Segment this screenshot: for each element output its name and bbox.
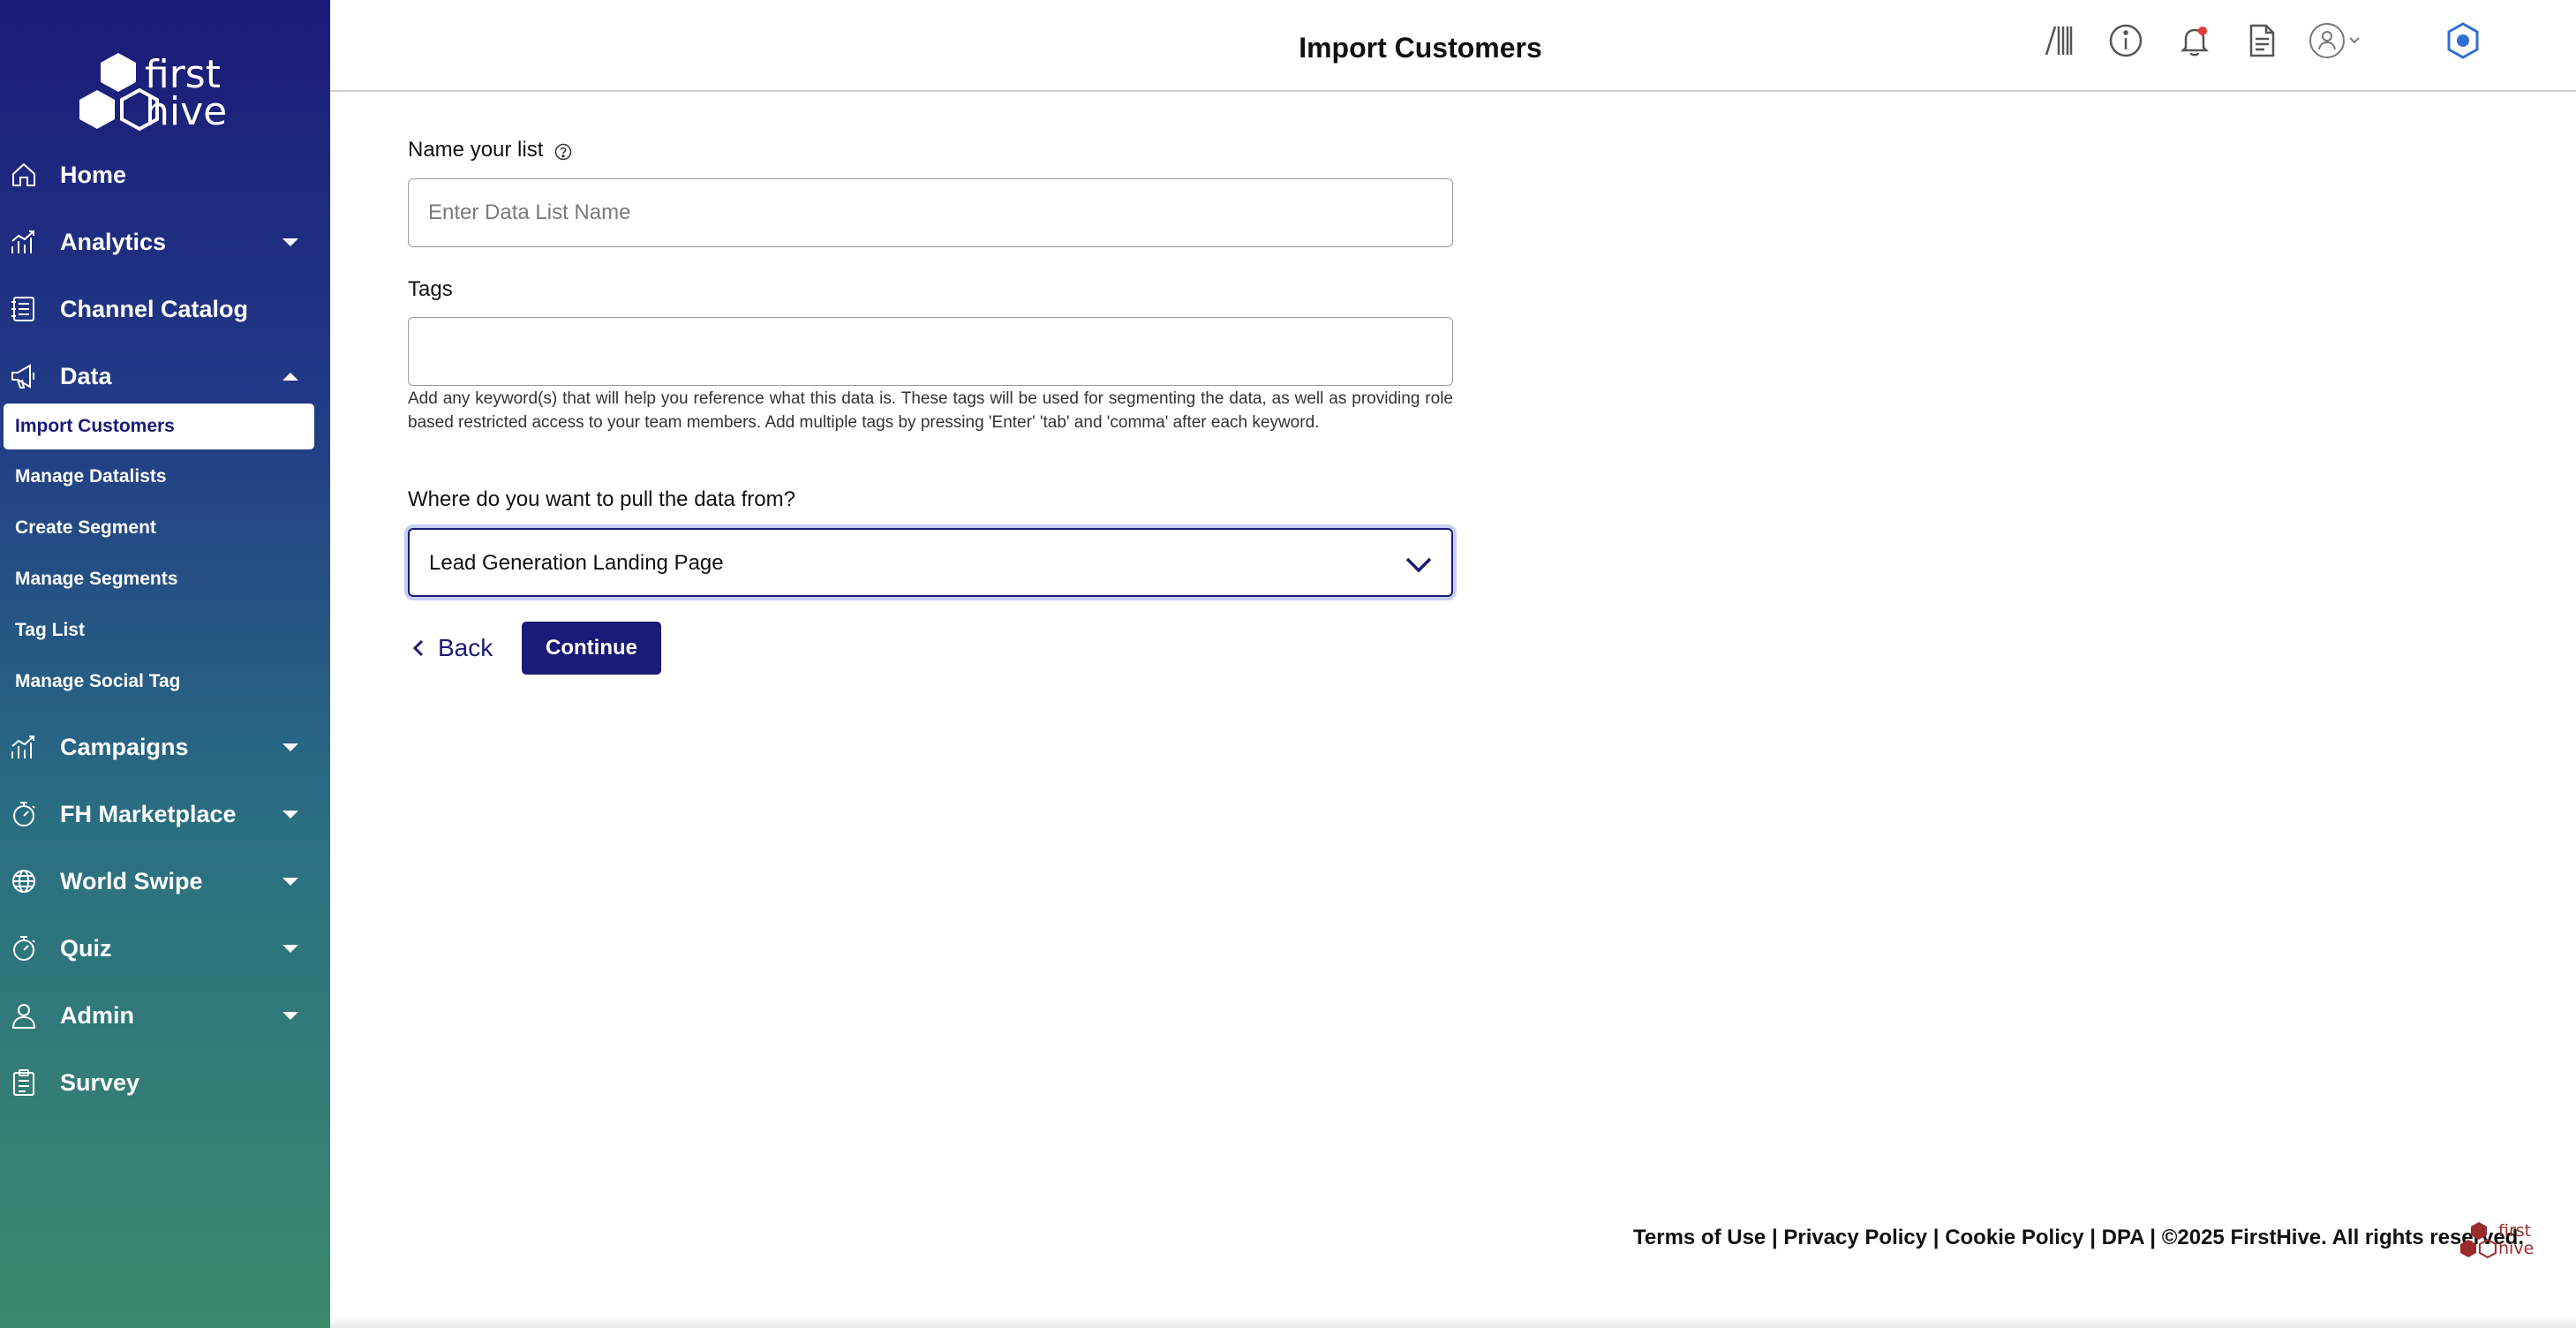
footer-firsthive-logo: first hive xyxy=(2456,1217,2544,1264)
sidebar-item-label: Home xyxy=(60,161,127,188)
caret-up-icon xyxy=(282,372,298,381)
hexagon-settings-icon[interactable] xyxy=(2444,21,2482,60)
footer-logo-word-first: first xyxy=(2498,1221,2531,1241)
sidebar-item-fh-marketplace[interactable]: FH Marketplace xyxy=(0,788,330,841)
footer-separator: | xyxy=(1766,1226,1784,1249)
logo-word-hive: hive xyxy=(145,89,228,134)
sidebar-item-data[interactable]: Data xyxy=(0,350,330,403)
sidebar-item-label: Data xyxy=(60,362,112,389)
sidebar-item-campaigns[interactable]: Campaigns xyxy=(0,721,330,773)
logo-text: first hive xyxy=(145,52,228,134)
megaphone-icon xyxy=(9,361,39,391)
campaigns-icon xyxy=(9,732,39,762)
dpa-link[interactable]: DPA xyxy=(2102,1226,2144,1249)
page-title: Import Customers xyxy=(1299,32,1542,64)
sidebar-subitem-manage-segments[interactable]: Manage Segments xyxy=(4,556,314,602)
footer: Terms of Use | Privacy Policy | Cookie P… xyxy=(1633,1226,2524,1250)
sidebar: first hive Home Analytics Channel Catalo… xyxy=(0,0,330,1328)
privacy-policy-link[interactable]: Privacy Policy xyxy=(1783,1226,1927,1249)
sidebar-item-label: Survey xyxy=(60,1068,140,1096)
sidebar-subitem-create-segment[interactable]: Create Segment xyxy=(4,505,314,551)
catalog-icon xyxy=(9,294,39,324)
footer-separator: | xyxy=(2143,1226,2162,1249)
sidebar-item-survey[interactable]: Survey xyxy=(0,1056,330,1109)
data-source-label: Where do you want to pull the data from? xyxy=(408,487,795,511)
footer-logo-word-hive: hive xyxy=(2498,1239,2534,1258)
terms-of-use-link[interactable]: Terms of Use xyxy=(1633,1226,1766,1249)
sidebar-item-home[interactable]: Home xyxy=(0,148,330,201)
sidebar-subitem-import-customers[interactable]: Import Customers xyxy=(4,404,314,449)
sidebar-item-label: FH Marketplace xyxy=(60,800,237,827)
sidebar-subitem-manage-social-tag[interactable]: Manage Social Tag xyxy=(4,659,314,705)
sidebar-item-label: Quiz xyxy=(60,934,112,962)
sidebar-item-label: Channel Catalog xyxy=(60,295,249,322)
sidebar-item-world-swipe[interactable]: World Swipe xyxy=(0,855,330,908)
help-circle-icon[interactable] xyxy=(554,142,572,160)
sidebar-item-label: Campaigns xyxy=(60,733,189,760)
hexagon-logo-icon: first hive xyxy=(2460,1221,2534,1259)
back-button-label: Back xyxy=(438,634,493,661)
user-avatar-icon[interactable] xyxy=(2308,21,2366,60)
sidebar-item-admin[interactable]: Admin xyxy=(0,989,330,1042)
footer-separator: | xyxy=(2083,1226,2102,1249)
clipboard-icon xyxy=(9,1068,39,1098)
document-icon[interactable] xyxy=(2242,21,2281,60)
tags-input[interactable] xyxy=(408,317,1453,386)
sidebar-item-quiz[interactable]: Quiz xyxy=(0,922,330,975)
sidebar-item-label: World Swipe xyxy=(60,867,203,894)
analytics-icon xyxy=(9,227,39,257)
caret-down-icon xyxy=(282,743,298,751)
continue-button[interactable]: Continue xyxy=(522,622,661,675)
globe-icon xyxy=(9,866,39,896)
cookie-policy-link[interactable]: Cookie Policy xyxy=(1945,1226,2083,1249)
user-icon xyxy=(9,1000,39,1030)
sidebar-item-label: Analytics xyxy=(60,228,167,255)
footer-separator: | xyxy=(1927,1226,1946,1249)
sidebar-item-analytics[interactable]: Analytics xyxy=(0,215,330,268)
sidebar-item-channel-catalog[interactable]: Channel Catalog xyxy=(0,283,330,336)
name-list-label: Name your list xyxy=(408,138,572,162)
logo-word-first: first xyxy=(145,52,221,97)
caret-down-icon xyxy=(282,944,298,953)
tags-hint: Add any keyword(s) that will help you re… xyxy=(408,389,1453,432)
top-header: Import Customers xyxy=(330,0,2576,92)
tags-label: Tags xyxy=(408,277,453,301)
name-list-label-text: Name your list xyxy=(408,138,544,162)
chevron-down-icon xyxy=(1404,549,1434,579)
chevron-left-icon xyxy=(412,639,424,657)
stopwatch-icon xyxy=(9,799,39,829)
chevron-down-icon xyxy=(2349,37,2360,44)
sidebar-subitem-tag-list[interactable]: Tag List xyxy=(4,607,314,653)
data-source-selected-value: Lead Generation Landing Page xyxy=(429,551,724,575)
caret-down-icon xyxy=(282,238,298,246)
bottom-scroll-edge xyxy=(330,1316,2576,1328)
info-icon[interactable] xyxy=(2106,21,2145,60)
barcode-icon[interactable] xyxy=(2039,21,2078,60)
data-source-select[interactable]: Lead Generation Landing Page xyxy=(408,528,1453,597)
caret-down-icon xyxy=(282,877,298,886)
bell-icon[interactable] xyxy=(2175,21,2214,60)
home-icon xyxy=(9,160,39,190)
data-list-name-input[interactable] xyxy=(408,178,1453,247)
caret-down-icon xyxy=(282,810,298,819)
sidebar-item-label: Admin xyxy=(60,1001,134,1029)
back-button[interactable]: Back xyxy=(408,623,493,673)
caret-down-icon xyxy=(282,1011,298,1020)
stopwatch-icon xyxy=(9,933,39,963)
sidebar-subitem-manage-datalists[interactable]: Manage Datalists xyxy=(4,454,314,500)
